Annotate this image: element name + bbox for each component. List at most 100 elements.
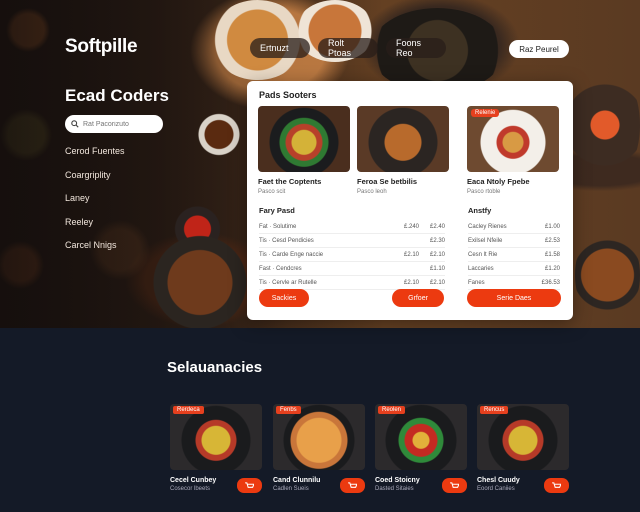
sidebar-item[interactable]: Reeley <box>65 217 125 241</box>
brand-logo[interactable]: Softpille <box>65 36 138 58</box>
menu-item: Fat · Solutime <box>259 223 297 230</box>
menu-price: £2.53 <box>544 237 560 244</box>
menu-row[interactable]: Tis · Cervle ar Rutelle £2.10 £2.10 <box>259 276 445 290</box>
menu-card[interactable]: Relenie Eaca Ntoly Fpebe Pasco rtoble <box>467 106 559 195</box>
menu-price: £1.00 <box>544 223 560 230</box>
menu-price: £2.10 <box>429 279 445 286</box>
menu-price: £2.40 <box>429 223 445 230</box>
dish-sub: Cosecor lbeets <box>170 486 211 492</box>
dish-card[interactable]: Rerdeca Cecel Cunbey Cosecor lbeets <box>170 404 262 493</box>
menu-item: Tis · Carde Enge naccie <box>259 251 324 258</box>
dish-image: Reolen <box>375 404 467 470</box>
menu-price: £36.53 <box>541 279 560 286</box>
sidebar-item[interactable]: Carcel Nnigs <box>65 240 125 264</box>
sidebar-item[interactable]: Cerod Fuentes <box>65 146 125 170</box>
card-name: Eaca Ntoly Fpebe <box>467 177 530 186</box>
sidebar-item[interactable]: Laney <box>65 193 125 217</box>
dish-badge: Fenbs <box>276 406 301 414</box>
food-plate-image <box>570 65 640 185</box>
sidebar-menu: Cerod Fuentes Coargriplity Laney Reeley … <box>65 146 125 264</box>
dish-name: Cand Clunnilu <box>273 477 321 484</box>
menu-item: Tis · Cesd Pendicies <box>259 237 314 244</box>
menu-price: £2.10 <box>429 251 445 258</box>
menu-row[interactable]: Cesn lt Rie £1.58 <box>468 248 560 262</box>
cart-icon <box>450 477 460 495</box>
search-bar[interactable] <box>65 115 163 133</box>
card-sub: Pasco rtoble <box>467 189 501 195</box>
food-plate-image <box>575 225 640 325</box>
menu-item: Cesn lt Rie <box>468 251 498 258</box>
menu-item: Tis · Cervle ar Rutelle <box>259 279 317 286</box>
menu-item: Fanes <box>468 279 485 286</box>
add-to-cart-button[interactable] <box>442 478 467 493</box>
menu-price: £2.30 <box>429 237 445 244</box>
sauce-bowl-image <box>193 112 245 157</box>
menu-card[interactable]: Faet the Coptents Pasco scit <box>258 106 350 195</box>
sidebar-title: Ecad Coders <box>65 86 169 105</box>
menu-header: Fary Pasd <box>259 206 295 215</box>
dish-image <box>357 106 449 172</box>
dish-sub: Cadlen Sueis <box>273 486 309 492</box>
search-icon <box>71 115 79 133</box>
card-name: Feroa Se betbilis <box>357 177 418 186</box>
order-button[interactable]: Serie Daes <box>467 289 561 307</box>
dish-name: Chesl Cuudy <box>477 477 520 484</box>
cart-icon <box>245 477 255 495</box>
dish-name: Cecel Cunbey <box>170 477 217 484</box>
dish-image: Fenbs <box>273 404 365 470</box>
food-plate-image <box>150 235 250 328</box>
cart-icon <box>348 477 358 495</box>
menu-row[interactable]: Fat · Solutime £.240 £2.40 <box>259 220 445 234</box>
nav-item[interactable]: Foons Reo <box>386 38 446 58</box>
menu-item: Exilsel Nfeile <box>468 237 503 244</box>
dish-card[interactable]: Fenbs Cand Clunnilu Cadlen Sueis <box>273 404 365 493</box>
menu-row[interactable]: Tis · Carde Enge naccie £2.10 £2.10 <box>259 248 445 262</box>
dish-badge: Rencus <box>480 406 509 414</box>
dish-image: Rencus <box>477 404 569 470</box>
menu-list-left: Fary Pasd Fat · Solutime £.240 £2.40 Tis ·… <box>259 206 445 290</box>
dish-badge: Reolen <box>378 406 406 414</box>
dish-badge: Rerdeca <box>173 406 204 414</box>
menu-price: £1.58 <box>544 251 560 258</box>
dish-image: Relenie <box>467 106 559 172</box>
menu-row[interactable]: Cacley Rienes £1.00 <box>468 220 560 234</box>
card-name: Faet the Coptents <box>258 177 322 186</box>
nav-item[interactable]: Ertnuzt <box>250 38 310 58</box>
dish-sub: Eoord Caniies <box>477 486 515 492</box>
menu-header: Anstfy <box>468 206 492 215</box>
add-to-cart-button[interactable] <box>340 478 365 493</box>
order-button[interactable]: Grfoer <box>392 289 444 307</box>
card-sub: Pasco leoh <box>357 189 387 195</box>
menu-price: £2.10 <box>403 279 419 286</box>
dish-image: Rerdeca <box>170 404 262 470</box>
nav-item[interactable]: Rolt Ptoas <box>318 38 378 58</box>
cart-icon <box>552 477 562 495</box>
dish-card[interactable]: Rencus Chesl Cuudy Eoord Caniies <box>477 404 569 493</box>
order-button[interactable]: Sackies <box>259 289 309 307</box>
menu-price: £1.20 <box>544 265 560 272</box>
dish-name: Coed Stoicny <box>375 477 420 484</box>
menu-item: Fast · Cendcres <box>259 265 302 272</box>
dish-image <box>258 106 350 172</box>
top-cta-button[interactable]: Raz Peurel <box>509 40 569 58</box>
dish-sub: Dasted Sitaies <box>375 486 414 492</box>
menu-row[interactable]: Exilsel Nfeile £2.53 <box>468 234 560 248</box>
menu-row[interactable]: Tis · Cesd Pendicies £2.30 <box>259 234 445 248</box>
menu-item: Laccaries <box>468 265 494 272</box>
menu-list-right: Anstfy Cacley Rienes £1.00 Exilsel Nfeile… <box>468 206 560 290</box>
dish-card[interactable]: Reolen Coed Stoicny Dasted Sitaies <box>375 404 467 493</box>
sidebar-item[interactable]: Coargriplity <box>65 170 125 194</box>
top-nav: Ertnuzt Rolt Ptoas Foons Reo <box>250 38 446 58</box>
menu-card[interactable]: Feroa Se betbilis Pasco leoh <box>357 106 449 195</box>
menu-row[interactable]: Fast · Cendcres £1.10 <box>259 262 445 276</box>
menu-row[interactable]: Laccaries £1.20 <box>468 262 560 276</box>
section-title: Selauanacies <box>167 359 263 376</box>
panel-title: Pads Sooters <box>259 90 317 100</box>
search-input[interactable] <box>83 120 153 128</box>
add-to-cart-button[interactable] <box>544 478 569 493</box>
menu-price: £.240 <box>403 223 419 230</box>
add-to-cart-button[interactable] <box>237 478 262 493</box>
menu-row[interactable]: Fanes £36.53 <box>468 276 560 290</box>
menu-item: Cacley Rienes <box>468 223 507 230</box>
menu-panel: Pads Sooters Faet the Coptents Pasco sci… <box>247 81 573 320</box>
